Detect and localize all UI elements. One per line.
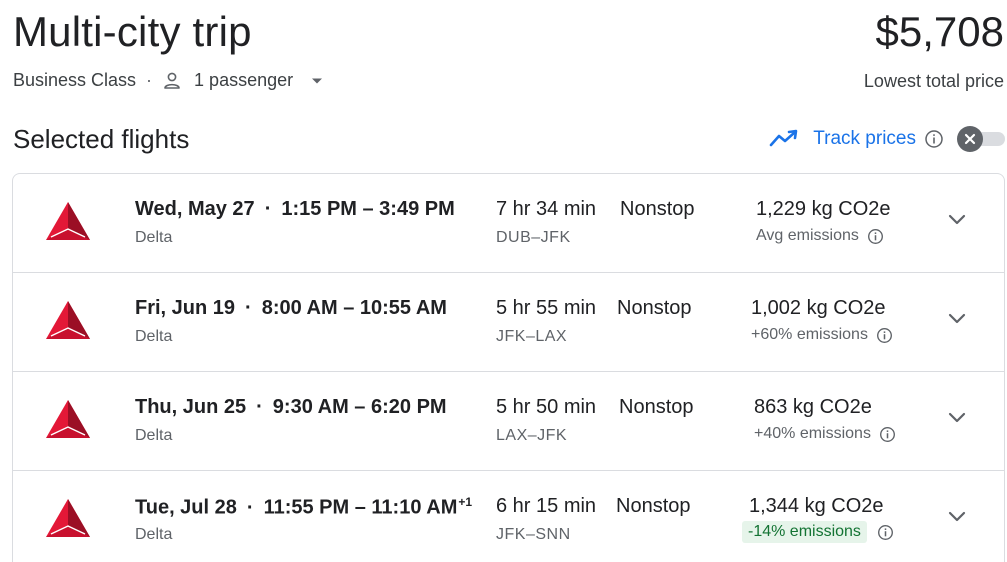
flight-route: JFK–LAX bbox=[496, 328, 568, 345]
passenger-selector[interactable]: 1 passenger bbox=[162, 70, 323, 91]
separator-dot: · bbox=[264, 198, 272, 220]
flight-route: LAX–JFK bbox=[496, 427, 568, 444]
delta-logo-icon bbox=[46, 202, 90, 240]
track-prices-toggle[interactable] bbox=[957, 126, 1005, 152]
section-title: Selected flights bbox=[13, 124, 190, 154]
price-caption: Lowest total price bbox=[863, 71, 1004, 91]
emissions-text: Avg emissions bbox=[756, 227, 859, 244]
airline-name: Delta bbox=[135, 526, 173, 543]
info-icon[interactable] bbox=[924, 129, 944, 149]
flight-duration: 7 hr 34 min bbox=[496, 198, 597, 220]
emissions-badge: -14% emissions bbox=[742, 521, 867, 543]
chevron-down-icon[interactable] bbox=[948, 313, 966, 325]
airline-name: Delta bbox=[135, 229, 173, 246]
page-title: Multi-city trip bbox=[13, 8, 252, 55]
cabin-class: Business Class bbox=[13, 70, 137, 90]
emissions-label: +40% emissions bbox=[754, 425, 896, 443]
chevron-down-icon[interactable] bbox=[948, 511, 966, 523]
emissions-text: +60% emissions bbox=[751, 326, 868, 343]
flight-times: Thu, Jun 25 · 9:30 AM – 6:20 PM bbox=[135, 396, 447, 419]
co2-amount: 1,002 kg CO2e bbox=[751, 297, 886, 319]
flight-list: Wed, May 27 · 1:15 PM – 3:49 PM Delta 7 hr… bbox=[12, 173, 1005, 562]
separator-dot: · bbox=[146, 70, 153, 90]
flight-route: DUB–JFK bbox=[496, 229, 571, 246]
flight-route: JFK–SNN bbox=[496, 526, 571, 543]
emissions-label: +60% emissions bbox=[751, 326, 893, 344]
info-icon[interactable] bbox=[879, 426, 896, 443]
time-range: 1:15 PM – 3:49 PM bbox=[281, 198, 455, 220]
flight-row[interactable]: Thu, Jun 25 · 9:30 AM – 6:20 PM Delta 5 hr… bbox=[13, 372, 1004, 471]
close-icon bbox=[957, 126, 983, 152]
flight-times: Tue, Jul 28 · 11:55 PM – 11:10 AM+1 bbox=[135, 495, 472, 520]
flight-date: Thu, Jun 25 bbox=[135, 396, 247, 418]
flight-stops: Nonstop bbox=[619, 396, 694, 418]
flight-times: Fri, Jun 19 · 8:00 AM – 10:55 AM bbox=[135, 297, 447, 320]
track-prices-label: Track prices bbox=[813, 128, 916, 149]
day-offset: +1 bbox=[458, 495, 473, 509]
co2-amount: 863 kg CO2e bbox=[754, 396, 872, 418]
chevron-down-icon[interactable] bbox=[948, 412, 966, 424]
flight-row[interactable]: Tue, Jul 28 · 11:55 PM – 11:10 AM+1 Delta … bbox=[13, 471, 1004, 562]
flight-date: Fri, Jun 19 bbox=[135, 297, 236, 319]
passenger-count: 1 passenger bbox=[194, 70, 294, 90]
delta-logo-icon bbox=[46, 301, 90, 339]
flight-duration: 5 hr 55 min bbox=[496, 297, 597, 319]
person-icon bbox=[164, 72, 180, 89]
chevron-down-icon[interactable] bbox=[948, 214, 966, 226]
time-range: 11:55 PM – 11:10 AM bbox=[263, 496, 458, 519]
info-icon[interactable] bbox=[877, 524, 894, 541]
separator-dot: · bbox=[246, 496, 254, 519]
flight-date: Tue, Jul 28 bbox=[135, 496, 237, 519]
co2-amount: 1,229 kg CO2e bbox=[756, 198, 891, 220]
flight-stops: Nonstop bbox=[617, 297, 692, 319]
delta-logo-icon bbox=[46, 499, 90, 537]
delta-logo-icon bbox=[46, 400, 90, 438]
info-icon[interactable] bbox=[876, 327, 893, 344]
flight-duration: 5 hr 50 min bbox=[496, 396, 597, 418]
track-prices[interactable]: Track prices bbox=[769, 128, 944, 150]
flight-times: Wed, May 27 · 1:15 PM – 3:49 PM bbox=[135, 198, 455, 221]
flight-stops: Nonstop bbox=[620, 198, 695, 220]
co2-amount: 1,344 kg CO2e bbox=[749, 495, 884, 517]
flight-stops: Nonstop bbox=[616, 495, 691, 517]
flight-duration: 6 hr 15 min bbox=[496, 495, 597, 517]
flight-row[interactable]: Fri, Jun 19 · 8:00 AM – 10:55 AM Delta 5 h… bbox=[13, 273, 1004, 372]
airline-name: Delta bbox=[135, 427, 173, 444]
total-price: $5,708 bbox=[875, 8, 1004, 55]
separator-dot: · bbox=[245, 297, 252, 319]
time-range: 8:00 AM – 10:55 AM bbox=[261, 297, 447, 319]
emissions-label: Avg emissions bbox=[756, 227, 884, 245]
info-icon[interactable] bbox=[867, 228, 884, 245]
flight-date: Wed, May 27 bbox=[135, 198, 255, 220]
trending-icon bbox=[769, 129, 798, 147]
separator-dot: · bbox=[256, 396, 263, 418]
flight-row[interactable]: Wed, May 27 · 1:15 PM – 3:49 PM Delta 7 hr… bbox=[13, 174, 1004, 273]
trip-summary: Business Class · 1 passenger bbox=[13, 70, 323, 91]
airline-name: Delta bbox=[135, 328, 173, 345]
caret-down-icon bbox=[312, 78, 323, 83]
emissions-label: -14% emissions bbox=[742, 521, 894, 543]
emissions-text: +40% emissions bbox=[754, 425, 871, 442]
time-range: 9:30 AM – 6:20 PM bbox=[272, 396, 447, 418]
